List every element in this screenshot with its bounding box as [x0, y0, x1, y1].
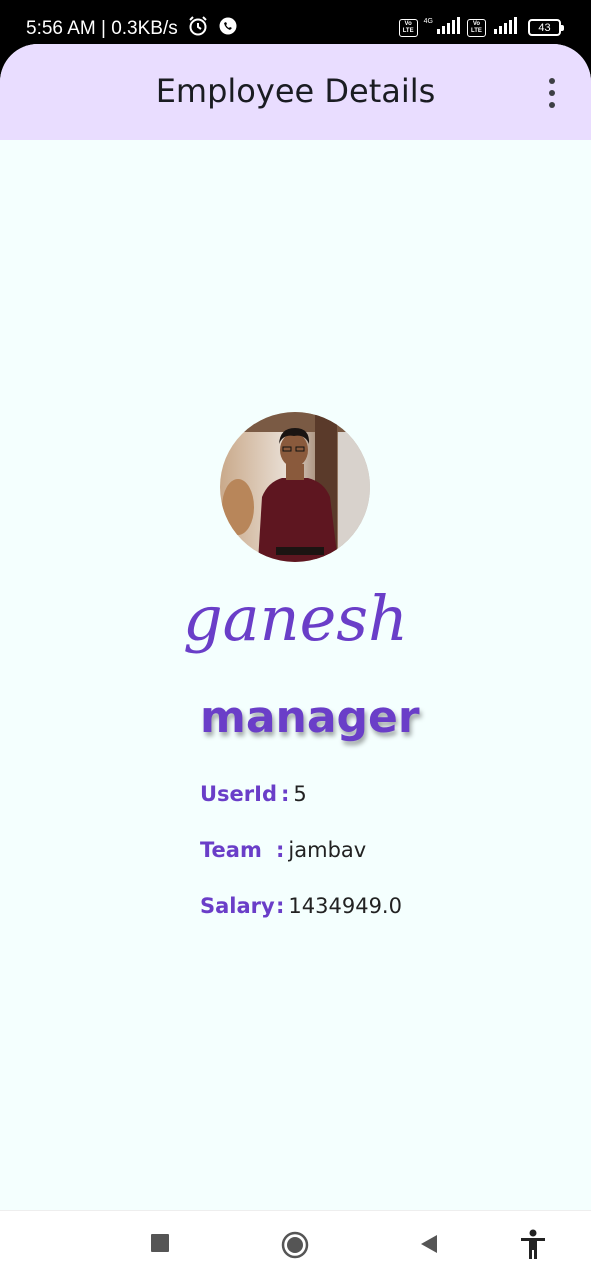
team-row: Team : jambav [200, 838, 366, 862]
salary-label: Salary [200, 894, 275, 918]
signal-icon-2 [492, 16, 518, 39]
home-icon[interactable] [281, 1231, 309, 1264]
battery-icon: 43 [528, 19, 564, 36]
team-label: Team [200, 838, 262, 862]
employee-name: ganesh [182, 582, 409, 655]
network-type: 4G [423, 18, 433, 25]
whatsapp-icon [218, 16, 238, 42]
app-bar: Employee Details [0, 44, 591, 140]
team-separator: : [276, 838, 285, 862]
userid-value: 5 [293, 782, 307, 806]
userid-row: UserId : 5 [200, 782, 307, 806]
more-vert-icon[interactable] [543, 78, 561, 108]
app-screen: Employee Details ganesh manager UserId:… [0, 44, 591, 1210]
time-and-speed: 5:56 AM | 0.3KB/s [26, 18, 178, 39]
salary-value: 1434949.0 [288, 894, 402, 918]
accessibility-icon[interactable] [519, 1229, 547, 1266]
status-right: Vo LTE 4G Vo LTE 43 [398, 16, 564, 39]
alarm-icon [187, 15, 209, 43]
userid-separator: : [281, 782, 290, 806]
signal-icon [435, 16, 461, 39]
salary-row: Salary : 1434949.0 [200, 894, 402, 918]
navigation-bar [0, 1210, 591, 1281]
page-title: Employee Details [155, 72, 436, 110]
status-left: 5:56 AM | 0.3KB/s [26, 15, 238, 43]
avatar [220, 412, 370, 562]
salary-separator: : [276, 894, 285, 918]
employee-role: manager [200, 692, 420, 743]
volte-icon-2: Vo LTE [467, 18, 486, 37]
team-value: jambav [288, 838, 367, 862]
recents-icon[interactable] [150, 1233, 170, 1258]
battery-level: 43 [538, 21, 551, 34]
back-icon[interactable] [418, 1233, 440, 1260]
volte-icon: Vo LTE [398, 18, 418, 37]
userid-label: UserId [200, 782, 277, 806]
